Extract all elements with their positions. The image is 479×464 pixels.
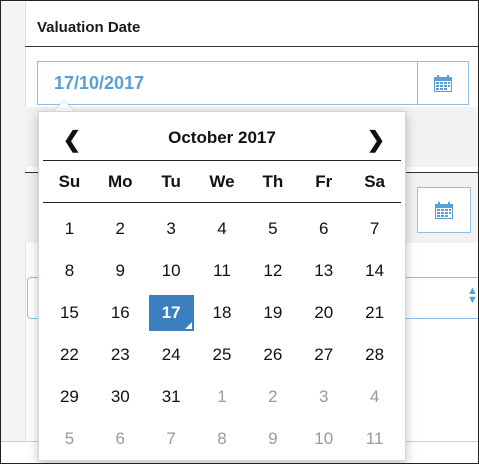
valuation-date-input[interactable] — [37, 61, 417, 105]
valuation-date-label: Valuation Date — [37, 19, 141, 36]
week-row: 22 23 24 25 26 27 28 — [44, 334, 400, 376]
valuation-date-input-group — [37, 61, 471, 107]
day-cell[interactable]: 13 — [298, 250, 349, 292]
day-cell[interactable]: 10 — [146, 250, 197, 292]
datepicker-popup: ❮ October 2017 ❯ Su Mo Tu We Th Fr Sa 12345678… — [38, 111, 406, 461]
header-divider — [43, 160, 401, 161]
second-calendar-button[interactable] — [417, 187, 471, 233]
day-cell[interactable]: 8 — [197, 418, 248, 460]
weekday-label: Fr — [315, 172, 333, 191]
prev-month-icon[interactable]: ❮ — [57, 126, 87, 156]
weekday-label: Sa — [364, 172, 385, 191]
weekday-divider — [43, 202, 401, 203]
day-cell[interactable]: 19 — [247, 292, 298, 334]
day-cell[interactable]: 8 — [44, 250, 95, 292]
weekday-label: Mo — [108, 172, 133, 191]
day-cell[interactable]: 1 — [197, 376, 248, 418]
day-cell[interactable]: 18 — [197, 292, 248, 334]
open-calendar-button[interactable] — [417, 61, 469, 105]
next-month-icon[interactable]: ❯ — [361, 126, 391, 156]
day-cell[interactable]: 3 — [298, 376, 349, 418]
day-cell[interactable]: 15 — [44, 292, 95, 334]
day-cell[interactable]: 11 — [197, 250, 248, 292]
weekday-label: Th — [262, 172, 284, 191]
day-cell[interactable]: 9 — [247, 418, 298, 460]
week-row: 5 6 7 8 9 10 11 — [44, 418, 400, 460]
week-row: 8 9 10 11 12 13 14 — [44, 250, 400, 292]
label-divider — [25, 46, 478, 47]
day-cell[interactable]: 11 — [349, 418, 400, 460]
week-row: 1234567 — [44, 208, 400, 250]
day-cell[interactable]: 29 — [44, 376, 95, 418]
calendar-icon — [434, 74, 452, 92]
left-gutter — [1, 1, 26, 441]
weekday-label: Su — [58, 172, 81, 191]
day-cell[interactable]: 2 — [95, 208, 146, 250]
day-cell[interactable]: 7 — [349, 208, 400, 250]
sort-caret-icon: ▲ ▼ — [467, 285, 478, 306]
day-cell[interactable]: 16 — [95, 292, 146, 334]
day-cell[interactable]: 4 — [197, 208, 248, 250]
day-cell[interactable]: 20 — [298, 292, 349, 334]
day-cell[interactable]: 31 — [146, 376, 197, 418]
day-cell[interactable]: 7 — [146, 418, 197, 460]
day-cell[interactable]: 25 — [197, 334, 248, 376]
calendar-header: ❮ October 2017 ❯ — [39, 122, 405, 158]
day-cell[interactable]: 10 — [298, 418, 349, 460]
day-cell-selected[interactable]: 17 — [148, 295, 194, 331]
day-cell[interactable]: 2 — [247, 376, 298, 418]
day-cell[interactable]: 28 — [349, 334, 400, 376]
calendar-icon — [435, 201, 453, 219]
week-row: 15 16 17 18 19 20 21 — [44, 292, 400, 334]
day-cell[interactable]: 9 — [95, 250, 146, 292]
day-cell[interactable]: 23 — [95, 334, 146, 376]
day-cell[interactable]: 27 — [298, 334, 349, 376]
day-cell[interactable]: 1 — [44, 208, 95, 250]
day-cell[interactable]: 30 — [95, 376, 146, 418]
weekday-header-row: Su Mo Tu We Th Fr Sa — [44, 167, 400, 197]
day-cell[interactable]: 5 — [247, 208, 298, 250]
day-cell[interactable]: 14 — [349, 250, 400, 292]
day-cell[interactable]: 4 — [349, 376, 400, 418]
week-row: 29 30 31 1 2 3 4 — [44, 376, 400, 418]
window-frame: Valuation Date 17/10/2017 ▲ ▼ ❮ October … — [0, 0, 479, 464]
weekday-label: We — [209, 172, 235, 191]
day-cell[interactable]: 6 — [95, 418, 146, 460]
day-cell[interactable]: 24 — [146, 334, 197, 376]
day-cell[interactable]: 5 — [44, 418, 95, 460]
day-grid: 1 2 3 4 5 6 7 8 9 10 11 12 13 14 15 16 17 18 19 20 21 22 23 24 2… — [44, 208, 400, 460]
day-cell[interactable]: 6 — [298, 208, 349, 250]
month-title[interactable]: October 2017 — [99, 128, 345, 148]
day-cell[interactable]: 12 — [247, 250, 298, 292]
day-cell[interactable]: 26 — [247, 334, 298, 376]
weekday-label: Tu — [161, 172, 181, 191]
day-cell[interactable]: 3 — [146, 208, 197, 250]
day-cell[interactable]: 21 — [349, 292, 400, 334]
day-cell[interactable]: 22 — [44, 334, 95, 376]
